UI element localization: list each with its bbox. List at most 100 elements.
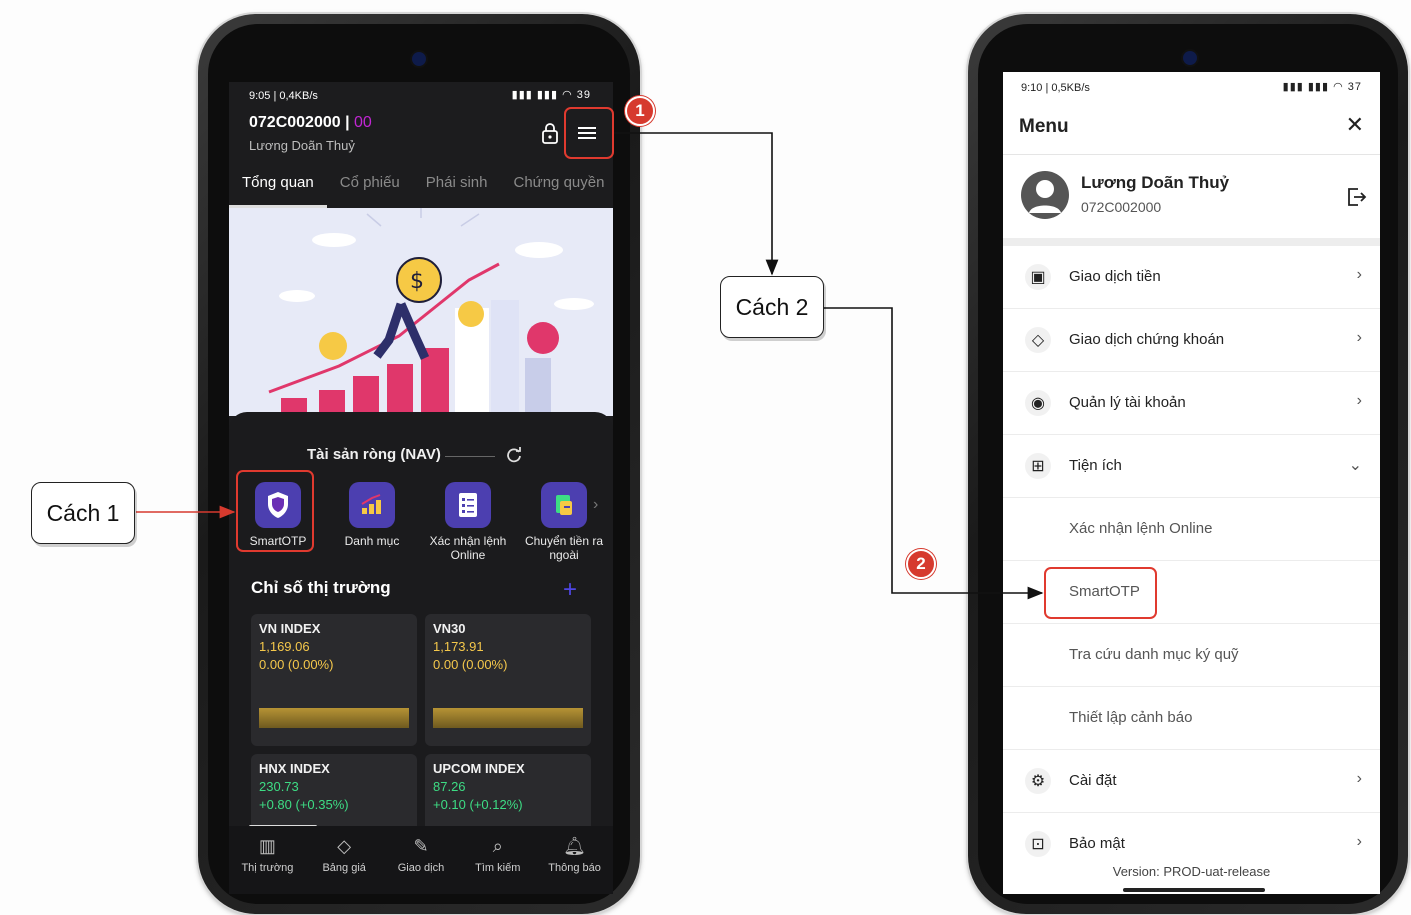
user-circle-icon: ◉ bbox=[1025, 390, 1051, 416]
nav-price-board[interactable]: ◇ Bảng giá bbox=[309, 836, 379, 874]
svg-text:$: $ bbox=[410, 269, 424, 294]
profile-card[interactable]: Lương Doãn Thuỷ 072C002000 bbox=[1003, 154, 1380, 238]
quick-action-label: Xác nhận lệnh Online bbox=[429, 534, 507, 562]
tab-derivatives[interactable]: Phái sinh bbox=[413, 172, 501, 208]
left-camera-icon bbox=[412, 52, 426, 66]
nav-title: Tài sản ròng (NAV) bbox=[307, 446, 441, 463]
menu-item-utilities[interactable]: ⊞ Tiện ích ⌄ bbox=[1003, 435, 1380, 498]
quick-action-label: Chuyển tiền ra ngoài bbox=[524, 534, 604, 562]
sub-account: 00 bbox=[354, 114, 372, 131]
menu-item-label: Xác nhận lệnh Online bbox=[1069, 520, 1213, 537]
chevron-down-icon: ⌄ bbox=[1348, 457, 1362, 474]
trade-icon: ✎ bbox=[413, 836, 429, 856]
submenu-item-confirm-online-orders[interactable]: Xác nhận lệnh Online bbox=[1003, 498, 1380, 561]
step-badge-1: 1 bbox=[625, 96, 655, 126]
chevron-right-icon: › bbox=[1356, 770, 1362, 787]
checklist-icon bbox=[445, 482, 491, 528]
index-value: 1,169.06 bbox=[259, 639, 310, 654]
profile-name: Lương Doãn Thuỷ bbox=[1081, 173, 1230, 192]
nav-trade[interactable]: ✎ Giao dịch bbox=[386, 836, 456, 874]
index-value: 230.73 bbox=[259, 779, 299, 794]
money-transfer-icon bbox=[541, 482, 587, 528]
index-card-vnindex[interactable]: VN INDEX 1,169.06 0.00 (0.00%) bbox=[251, 614, 417, 746]
lock-icon: ⊡ bbox=[1025, 831, 1051, 857]
index-change: +0.10 (+0.12%) bbox=[433, 797, 523, 812]
close-icon[interactable]: ✕ bbox=[1346, 112, 1364, 138]
battery-level: 39 bbox=[576, 89, 591, 101]
tab-warrants[interactable]: Chứng quyền bbox=[501, 172, 614, 208]
tutorial-canvas: 9:05 | 0,4KB/s ▮▮▮ ▮▮▮ ◠ 39 072C002000 |… bbox=[0, 0, 1411, 915]
nav-value-placeholder bbox=[445, 456, 495, 457]
chevron-right-icon: › bbox=[1356, 266, 1362, 283]
menu-item-account-management[interactable]: ◉ Quản lý tài khoản › bbox=[1003, 372, 1380, 435]
account-number: 072C002000 | 00 bbox=[249, 114, 372, 131]
promo-banner[interactable]: $ bbox=[229, 208, 613, 416]
nav-market[interactable]: ▥ Thị trường bbox=[232, 836, 302, 874]
submenu-item-alert-settings[interactable]: Thiết lập cảnh báo bbox=[1003, 687, 1380, 750]
add-icon[interactable]: + bbox=[563, 576, 577, 604]
index-value: 87.26 bbox=[433, 779, 466, 794]
step-badge-2: 2 bbox=[906, 549, 936, 579]
status-time: 9:10 | 0,5KB/s bbox=[1021, 82, 1090, 94]
index-name: VN INDEX bbox=[259, 621, 321, 636]
bell-icon: 🔔︎ bbox=[563, 836, 586, 856]
index-sparkline bbox=[433, 708, 583, 728]
status-time: 9:05 | 0,4KB/s bbox=[249, 90, 318, 102]
app-version: Version: PROD-uat-release bbox=[1112, 864, 1271, 879]
menu-item-label: Giao dịch chứng khoán bbox=[1069, 331, 1225, 348]
banner-illustration: $ bbox=[268, 208, 594, 416]
highlight-smartotp-quick-action bbox=[236, 470, 314, 552]
logout-icon[interactable] bbox=[1344, 185, 1368, 209]
highlight-smartotp-menu-item bbox=[1044, 567, 1157, 619]
chevron-right-icon: › bbox=[1356, 833, 1362, 850]
right-phone-screen: 9:10 | 0,5KB/s ▮▮▮ ▮▮▮ ◠ 37 Menu ✕ Lương… bbox=[1003, 72, 1380, 894]
status-signal-icons: ▮▮▮ ▮▮▮ ◠ 39 bbox=[511, 89, 591, 101]
menu-item-label: Cài đặt bbox=[1069, 772, 1117, 789]
menu-item-label: Tra cứu danh mục ký quỹ bbox=[1069, 646, 1239, 663]
menu-item-label: Bảo mật bbox=[1069, 835, 1125, 852]
index-change: 0.00 (0.00%) bbox=[259, 657, 334, 672]
lock-icon[interactable] bbox=[541, 122, 559, 144]
bottom-navigation: ▥ Thị trường ◇ Bảng giá ✎ Giao dịch ⌕ Tìm ki… bbox=[229, 826, 613, 894]
index-name: VN30 bbox=[433, 621, 466, 636]
tag-icon: ◇ bbox=[1025, 327, 1051, 353]
section-divider bbox=[1003, 238, 1380, 246]
chevron-right-icon: › bbox=[1356, 329, 1362, 346]
refresh-icon[interactable] bbox=[505, 446, 523, 464]
chevron-right-icon[interactable]: › bbox=[593, 496, 598, 514]
battery-level: 37 bbox=[1347, 81, 1362, 93]
menu-item-label: Quản lý tài khoản bbox=[1069, 394, 1186, 411]
portfolio-chart-icon bbox=[349, 482, 395, 528]
menu-item-settings[interactable]: ⚙ Cài đặt › bbox=[1003, 750, 1380, 813]
highlight-menu-button bbox=[564, 107, 614, 159]
menu-item-label: Giao dịch tiền bbox=[1069, 268, 1161, 285]
index-value: 1,173.91 bbox=[433, 639, 484, 654]
home-indicator bbox=[1123, 888, 1265, 892]
callout-method-2: Cách 2 bbox=[720, 276, 824, 338]
nav-search[interactable]: ⌕ Tìm kiếm bbox=[463, 836, 533, 874]
tab-overview[interactable]: Tổng quan bbox=[229, 172, 327, 208]
quick-action-portfolio[interactable]: Danh mục bbox=[327, 482, 417, 548]
menu-title: Menu bbox=[1019, 116, 1069, 137]
tab-stocks[interactable]: Cổ phiếu bbox=[327, 172, 413, 208]
bar-chart-icon: ▥ bbox=[258, 836, 276, 856]
search-icon: ⌕ bbox=[492, 836, 503, 856]
index-sparkline bbox=[259, 708, 409, 728]
wallet-icon: ▣ bbox=[1025, 264, 1051, 290]
grid-plus-icon: ⊞ bbox=[1025, 453, 1051, 479]
menu-item-label: Thiết lập cảnh báo bbox=[1069, 709, 1193, 726]
index-name: UPCOM INDEX bbox=[433, 761, 525, 776]
avatar bbox=[1021, 171, 1069, 219]
menu-item-cash-transactions[interactable]: ▣ Giao dịch tiền › bbox=[1003, 246, 1380, 309]
submenu-item-margin-lookup[interactable]: Tra cứu danh mục ký quỹ bbox=[1003, 624, 1380, 687]
callout-method-1: Cách 1 bbox=[31, 482, 135, 544]
quick-action-confirm-orders[interactable]: Xác nhận lệnh Online bbox=[423, 482, 513, 562]
menu-item-securities-transactions[interactable]: ◇ Giao dịch chứng khoán › bbox=[1003, 309, 1380, 372]
nav-notifications[interactable]: 🔔︎ Thông báo bbox=[540, 836, 610, 874]
tag-icon: ◇ bbox=[337, 836, 352, 856]
quick-action-transfer-out[interactable]: Chuyển tiền ra ngoài bbox=[519, 482, 609, 562]
index-card-vn30[interactable]: VN30 1,173.91 0.00 (0.00%) bbox=[425, 614, 591, 746]
right-camera-icon bbox=[1183, 51, 1197, 65]
account-holder-name: Lương Doãn Thuỷ bbox=[249, 138, 355, 153]
index-change: 0.00 (0.00%) bbox=[433, 657, 508, 672]
